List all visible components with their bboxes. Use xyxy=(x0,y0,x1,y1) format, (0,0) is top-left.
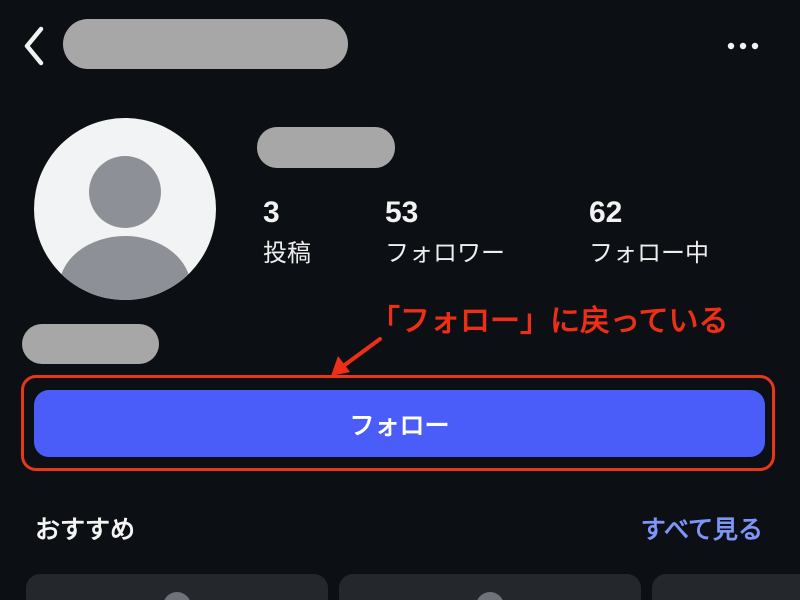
following-label: フォロー中 xyxy=(589,239,709,267)
recommendations-heading: おすすめ xyxy=(35,515,136,544)
posts-stat[interactable]: 3 投稿 xyxy=(263,194,311,270)
recommendation-card[interactable] xyxy=(339,574,641,600)
display-name-redaction xyxy=(257,127,395,168)
followers-label: フォロワー xyxy=(385,239,505,267)
back-button[interactable] xyxy=(12,24,56,68)
following-stat[interactable]: 62 フォロー中 xyxy=(589,194,709,270)
card-avatar xyxy=(476,592,504,600)
see-all-link[interactable]: すべて見る xyxy=(641,512,763,548)
recommendation-card[interactable] xyxy=(652,574,800,600)
chevron-left-icon xyxy=(24,26,44,66)
posts-label: 投稿 xyxy=(263,239,311,267)
avatar[interactable] xyxy=(34,118,216,300)
bio-redaction xyxy=(22,324,159,364)
recommendation-card[interactable] xyxy=(26,574,328,600)
card-avatar xyxy=(163,592,191,600)
followers-stat[interactable]: 53 フォロワー xyxy=(385,194,505,270)
annotation-highlight-box xyxy=(21,375,775,471)
more-horizontal-icon xyxy=(727,42,759,50)
annotation-callout-text: 「フォロー」に戻っている xyxy=(370,304,729,339)
following-count: 62 xyxy=(589,196,623,229)
username-redaction xyxy=(63,19,348,69)
annotation-arrow-icon xyxy=(331,337,382,376)
default-person-icon xyxy=(59,156,191,300)
profile-screen: 3 投稿 53 フォロワー 62 フォロー中 「フォロー」に戻っている フォロー… xyxy=(0,0,800,600)
more-options-button[interactable] xyxy=(721,28,765,64)
followers-count: 53 xyxy=(385,196,419,229)
posts-count: 3 xyxy=(263,196,280,229)
